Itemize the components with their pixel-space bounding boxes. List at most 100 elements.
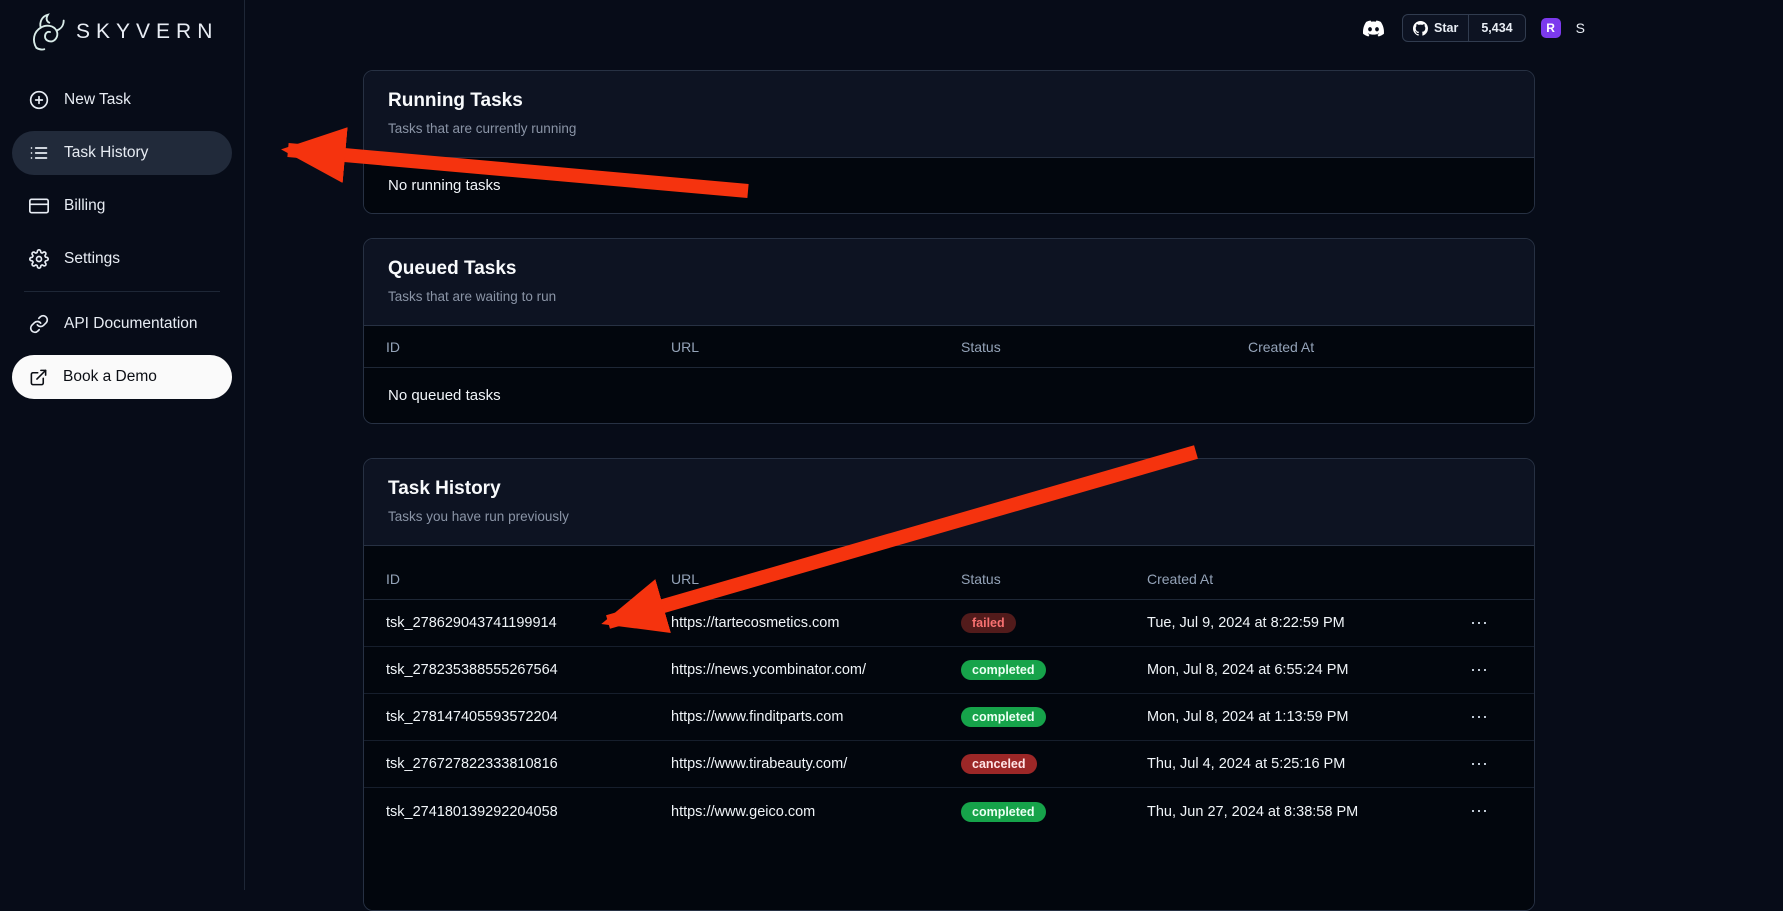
column-header-status: Status — [939, 571, 1125, 587]
running-tasks-title: Running Tasks — [388, 90, 1510, 112]
sidebar-item-label: New Task — [64, 91, 131, 109]
skyvern-dragon-icon — [22, 9, 68, 55]
task-history-header: Task History Tasks you have run previous… — [364, 459, 1534, 546]
task-history-title: Task History — [388, 478, 1510, 500]
github-star-label: Star — [1434, 21, 1458, 35]
task-status-cell: completed — [939, 660, 1125, 680]
task-status-cell: failed — [939, 613, 1125, 633]
queued-tasks-header: Queued Tasks Tasks that are waiting to r… — [364, 239, 1534, 326]
running-tasks-card: Running Tasks Tasks that are currently r… — [363, 70, 1535, 214]
sidebar-item-api-documentation[interactable]: API Documentation — [12, 302, 232, 346]
sidebar-item-label: Book a Demo — [63, 368, 157, 386]
row-actions-button[interactable]: ⋯ — [1455, 801, 1534, 822]
queued-tasks-table-header: ID URL Status Created At — [364, 326, 1534, 368]
sidebar-item-billing[interactable]: Billing — [12, 184, 232, 228]
table-row[interactable]: tsk_276727822333810816 https://www.tirab… — [364, 741, 1534, 788]
sidebar: SKYVERN New Task Task History Billing Se… — [0, 0, 245, 890]
status-badge: failed — [961, 613, 1016, 633]
running-tasks-subtitle: Tasks that are currently running — [388, 121, 1510, 136]
discord-button[interactable] — [1360, 18, 1387, 39]
task-history-table-header: ID URL Status Created At — [364, 558, 1534, 600]
row-actions-button[interactable]: ⋯ — [1455, 754, 1534, 775]
status-badge: completed — [961, 802, 1046, 822]
sidebar-nav: New Task Task History Billing Settings A… — [0, 78, 244, 399]
sidebar-divider — [24, 291, 220, 292]
column-header-status: Status — [939, 339, 1226, 355]
plus-circle-icon — [29, 90, 49, 110]
queued-tasks-empty-state: No queued tasks — [364, 368, 1534, 423]
task-id-cell: tsk_278235388555267564 — [364, 662, 649, 678]
task-url-cell: https://www.tirabeauty.com/ — [649, 756, 939, 772]
task-history-subtitle: Tasks you have run previously — [388, 509, 1510, 524]
skyvern-logo[interactable]: SKYVERN — [0, 0, 244, 56]
task-created-cell: Mon, Jul 8, 2024 at 1:13:59 PM — [1125, 709, 1455, 725]
task-created-cell: Mon, Jul 8, 2024 at 6:55:24 PM — [1125, 662, 1455, 678]
task-url-cell: https://tartecosmetics.com — [649, 615, 939, 631]
sidebar-item-task-history[interactable]: Task History — [12, 131, 232, 175]
task-id-cell: tsk_278147405593572204 — [364, 709, 649, 725]
running-tasks-empty-state: No running tasks — [364, 158, 1534, 213]
book-a-demo-button[interactable]: Book a Demo — [12, 355, 232, 399]
sidebar-item-label: Settings — [64, 250, 120, 268]
task-url-cell: https://news.ycombinator.com/ — [649, 662, 939, 678]
task-created-cell: Thu, Jul 4, 2024 at 5:25:16 PM — [1125, 756, 1455, 772]
sidebar-item-new-task[interactable]: New Task — [12, 78, 232, 122]
task-status-cell: completed — [939, 802, 1125, 822]
ellipsis-icon: ⋯ — [1470, 801, 1489, 821]
sidebar-item-settings[interactable]: Settings — [12, 237, 232, 281]
main-content: Running Tasks Tasks that are currently r… — [363, 70, 1535, 911]
task-created-cell: Thu, Jun 27, 2024 at 8:38:58 PM — [1125, 804, 1455, 820]
topbar: Star 5,434 R S — [1360, 14, 1585, 42]
column-header-url: URL — [649, 571, 939, 587]
task-id-cell: tsk_276727822333810816 — [364, 756, 649, 772]
table-row[interactable]: tsk_278147405593572204 https://www.findi… — [364, 694, 1534, 741]
task-history-table: ID URL Status Created At tsk_27862904374… — [364, 546, 1534, 910]
discord-icon — [1360, 18, 1387, 39]
task-history-rows: tsk_278629043741199914 https://tartecosm… — [364, 600, 1534, 910]
row-actions-button[interactable]: ⋯ — [1455, 613, 1534, 634]
github-star-count-segment[interactable]: 5,434 — [1469, 15, 1524, 41]
status-badge: completed — [961, 660, 1046, 680]
ellipsis-icon: ⋯ — [1470, 613, 1489, 633]
column-header-created-at: Created At — [1125, 571, 1455, 587]
column-header-id: ID — [364, 571, 649, 587]
column-header-url: URL — [649, 339, 939, 355]
table-row[interactable]: tsk_274180139292204058 https://www.geico… — [364, 788, 1534, 835]
task-history-card: Task History Tasks you have run previous… — [363, 458, 1535, 911]
task-id-cell: tsk_278629043741199914 — [364, 615, 649, 631]
task-created-cell: Tue, Jul 9, 2024 at 8:22:59 PM — [1125, 615, 1455, 631]
ellipsis-icon: ⋯ — [1470, 660, 1489, 680]
queued-tasks-title: Queued Tasks — [388, 258, 1510, 280]
status-badge: canceled — [961, 754, 1037, 774]
ellipsis-icon: ⋯ — [1470, 754, 1489, 774]
status-badge: completed — [961, 707, 1046, 727]
task-id-cell: tsk_274180139292204058 — [364, 804, 649, 820]
table-row[interactable]: tsk_278629043741199914 https://tartecosm… — [364, 600, 1534, 647]
credit-card-icon — [29, 196, 49, 216]
github-star-segment[interactable]: Star — [1403, 15, 1469, 41]
column-header-id: ID — [364, 339, 649, 355]
list-icon — [29, 143, 49, 163]
github-icon — [1413, 21, 1428, 36]
task-url-cell: https://www.finditparts.com — [649, 709, 939, 725]
external-link-icon — [29, 368, 48, 387]
github-star-button[interactable]: Star 5,434 — [1402, 14, 1526, 42]
avatar[interactable]: R — [1541, 18, 1561, 38]
row-actions-button[interactable]: ⋯ — [1455, 660, 1534, 681]
column-header-created-at: Created At — [1226, 339, 1534, 355]
sidebar-item-label: Billing — [64, 197, 105, 215]
task-url-cell: https://www.geico.com — [649, 804, 939, 820]
running-tasks-header: Running Tasks Tasks that are currently r… — [364, 71, 1534, 158]
truncated-user-text: S — [1576, 20, 1585, 36]
table-row[interactable]: tsk_278235388555267564 https://news.ycom… — [364, 647, 1534, 694]
task-status-cell: canceled — [939, 754, 1125, 774]
link-icon — [29, 314, 49, 334]
row-actions-button[interactable]: ⋯ — [1455, 707, 1534, 728]
github-star-count: 5,434 — [1481, 21, 1512, 35]
ellipsis-icon: ⋯ — [1470, 707, 1489, 727]
queued-tasks-subtitle: Tasks that are waiting to run — [388, 289, 1510, 304]
gear-icon — [29, 249, 49, 269]
brand-name: SKYVERN — [76, 20, 218, 44]
queued-tasks-card: Queued Tasks Tasks that are waiting to r… — [363, 238, 1535, 424]
sidebar-item-label: Task History — [64, 144, 148, 162]
